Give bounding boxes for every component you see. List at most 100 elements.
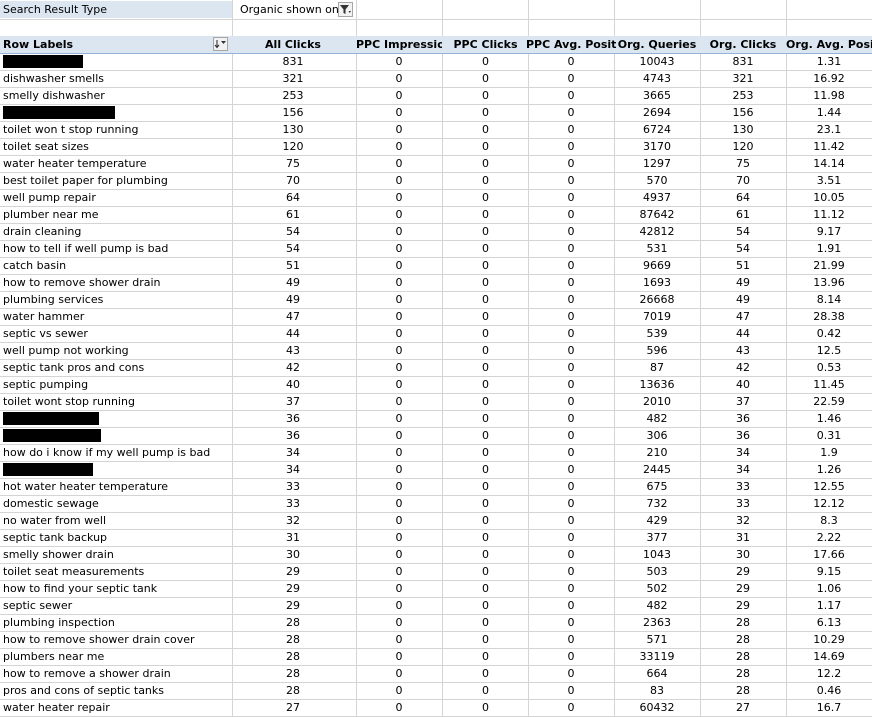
- cell-ppc-avg-position[interactable]: 0: [526, 274, 616, 291]
- cell-org-queries[interactable]: 26668: [615, 291, 699, 308]
- cell-org-clicks[interactable]: 43: [700, 342, 786, 359]
- cell-org-queries[interactable]: 83: [615, 682, 699, 699]
- cell-ppc-clicks[interactable]: 0: [443, 223, 528, 240]
- cell-ppc-avg-position[interactable]: 0: [526, 359, 616, 376]
- row-label[interactable]: toilet won t stop running: [3, 121, 228, 138]
- cell-ppc-impressions[interactable]: 0: [356, 614, 442, 631]
- cell-org-avg-position[interactable]: 1.17: [786, 597, 872, 614]
- row-label[interactable]: toilet seat measurements: [3, 563, 228, 580]
- cell-all-clicks[interactable]: 43: [256, 342, 330, 359]
- cell-org-clicks[interactable]: 28: [700, 648, 786, 665]
- cell-org-queries[interactable]: 539: [615, 325, 699, 342]
- cell-ppc-clicks[interactable]: 0: [443, 699, 528, 716]
- cell-org-clicks[interactable]: 130: [700, 121, 786, 138]
- cell-ppc-impressions[interactable]: 0: [356, 223, 442, 240]
- table-row[interactable]: plumbing inspection 28 0 0 0 2363 28 6.13: [0, 614, 872, 631]
- cell-ppc-avg-position[interactable]: 0: [526, 699, 616, 716]
- cell-org-clicks[interactable]: 120: [700, 138, 786, 155]
- cell-all-clicks[interactable]: 34: [256, 444, 330, 461]
- cell-org-queries[interactable]: 503: [615, 563, 699, 580]
- row-label[interactable]: how to remove shower drain cover: [3, 631, 228, 648]
- cell-ppc-impressions[interactable]: 0: [356, 393, 442, 410]
- table-row[interactable]: domestic sewage 33 0 0 0 732 33 12.12: [0, 495, 872, 512]
- cell-org-clicks[interactable]: 33: [700, 495, 786, 512]
- row-label[interactable]: water heater repair: [3, 699, 228, 716]
- table-row[interactable]: no water from well 32 0 0 0 429 32 8.3: [0, 512, 872, 529]
- table-row[interactable]: 156 0 0 0 2694 156 1.44: [0, 104, 872, 121]
- cell-all-clicks[interactable]: 130: [256, 121, 330, 138]
- table-row[interactable]: water heater repair 27 0 0 0 60432 27 16.7: [0, 699, 872, 716]
- cell-ppc-avg-position[interactable]: 0: [526, 461, 616, 478]
- cell-ppc-avg-position[interactable]: 0: [526, 563, 616, 580]
- cell-ppc-impressions[interactable]: 0: [356, 240, 442, 257]
- cell-org-clicks[interactable]: 29: [700, 597, 786, 614]
- table-row[interactable]: plumber near me 61 0 0 0 87642 61 11.12: [0, 206, 872, 223]
- cell-org-queries[interactable]: 482: [615, 597, 699, 614]
- row-label[interactable]: pros and cons of septic tanks: [3, 682, 228, 699]
- row-label[interactable]: water heater temperature: [3, 155, 228, 172]
- cell-org-clicks[interactable]: 42: [700, 359, 786, 376]
- table-row[interactable]: septic tank backup 31 0 0 0 377 31 2.22: [0, 529, 872, 546]
- sort-filter-button[interactable]: [213, 37, 228, 51]
- cell-org-clicks[interactable]: 51: [700, 257, 786, 274]
- cell-all-clicks[interactable]: 31: [256, 529, 330, 546]
- cell-org-clicks[interactable]: 64: [700, 189, 786, 206]
- cell-ppc-impressions[interactable]: 0: [356, 155, 442, 172]
- cell-org-avg-position[interactable]: 0.46: [786, 682, 872, 699]
- cell-all-clicks[interactable]: 321: [256, 70, 330, 87]
- cell-all-clicks[interactable]: 70: [256, 172, 330, 189]
- cell-ppc-impressions[interactable]: 0: [356, 70, 442, 87]
- cell-ppc-clicks[interactable]: 0: [443, 308, 528, 325]
- cell-ppc-clicks[interactable]: 0: [443, 155, 528, 172]
- cell-all-clicks[interactable]: 27: [256, 699, 330, 716]
- table-row[interactable]: septic tank pros and cons 42 0 0 0 87 42 0.53: [0, 359, 872, 376]
- cell-ppc-avg-position[interactable]: 0: [526, 444, 616, 461]
- cell-ppc-clicks[interactable]: 0: [443, 206, 528, 223]
- cell-org-avg-position[interactable]: 9.15: [786, 563, 872, 580]
- cell-ppc-impressions[interactable]: 0: [356, 257, 442, 274]
- cell-org-avg-position[interactable]: 21.99: [786, 257, 872, 274]
- cell-all-clicks[interactable]: 33: [256, 495, 330, 512]
- cell-ppc-avg-position[interactable]: 0: [526, 53, 616, 70]
- cell-ppc-clicks[interactable]: 0: [443, 70, 528, 87]
- row-label[interactable]: hot water heater temperature: [3, 478, 228, 495]
- cell-all-clicks[interactable]: 120: [256, 138, 330, 155]
- row-label[interactable]: plumbing inspection: [3, 614, 228, 631]
- cell-all-clicks[interactable]: 40: [256, 376, 330, 393]
- cell-ppc-impressions[interactable]: 0: [356, 512, 442, 529]
- cell-org-clicks[interactable]: 75: [700, 155, 786, 172]
- cell-ppc-avg-position[interactable]: 0: [526, 682, 616, 699]
- cell-org-clicks[interactable]: 28: [700, 614, 786, 631]
- cell-org-clicks[interactable]: 44: [700, 325, 786, 342]
- cell-all-clicks[interactable]: 32: [256, 512, 330, 529]
- filter-dropdown-button[interactable]: [338, 2, 353, 17]
- table-row[interactable]: best toilet paper for plumbing 70 0 0 0 570 70…: [0, 172, 872, 189]
- cell-org-clicks[interactable]: 54: [700, 223, 786, 240]
- cell-org-queries[interactable]: 2445: [615, 461, 699, 478]
- row-label[interactable]: how to remove shower drain: [3, 274, 228, 291]
- table-row[interactable]: how to remove shower drain 49 0 0 0 1693 49 13.…: [0, 274, 872, 291]
- cell-ppc-impressions[interactable]: 0: [356, 580, 442, 597]
- cell-ppc-clicks[interactable]: 0: [443, 359, 528, 376]
- cell-org-queries[interactable]: 429: [615, 512, 699, 529]
- cell-all-clicks[interactable]: 29: [256, 580, 330, 597]
- cell-org-queries[interactable]: 3665: [615, 87, 699, 104]
- table-row[interactable]: water heater temperature 75 0 0 0 1297 75 14.14: [0, 155, 872, 172]
- cell-ppc-clicks[interactable]: 0: [443, 172, 528, 189]
- cell-ppc-avg-position[interactable]: 0: [526, 104, 616, 121]
- cell-all-clicks[interactable]: 28: [256, 631, 330, 648]
- cell-ppc-clicks[interactable]: 0: [443, 104, 528, 121]
- cell-ppc-avg-position[interactable]: 0: [526, 87, 616, 104]
- cell-ppc-clicks[interactable]: 0: [443, 478, 528, 495]
- cell-ppc-impressions[interactable]: 0: [356, 410, 442, 427]
- table-row[interactable]: drain cleaning 54 0 0 0 42812 54 9.17: [0, 223, 872, 240]
- table-row[interactable]: septic pumping 40 0 0 0 13636 40 11.45: [0, 376, 872, 393]
- cell-org-avg-position[interactable]: 0.53: [786, 359, 872, 376]
- cell-org-queries[interactable]: 7019: [615, 308, 699, 325]
- cell-org-avg-position[interactable]: 0.31: [786, 427, 872, 444]
- table-row[interactable]: well pump not working 43 0 0 0 596 43 12.5: [0, 342, 872, 359]
- cell-ppc-clicks[interactable]: 0: [443, 410, 528, 427]
- cell-ppc-clicks[interactable]: 0: [443, 546, 528, 563]
- cell-ppc-avg-position[interactable]: 0: [526, 325, 616, 342]
- cell-org-avg-position[interactable]: 12.5: [786, 342, 872, 359]
